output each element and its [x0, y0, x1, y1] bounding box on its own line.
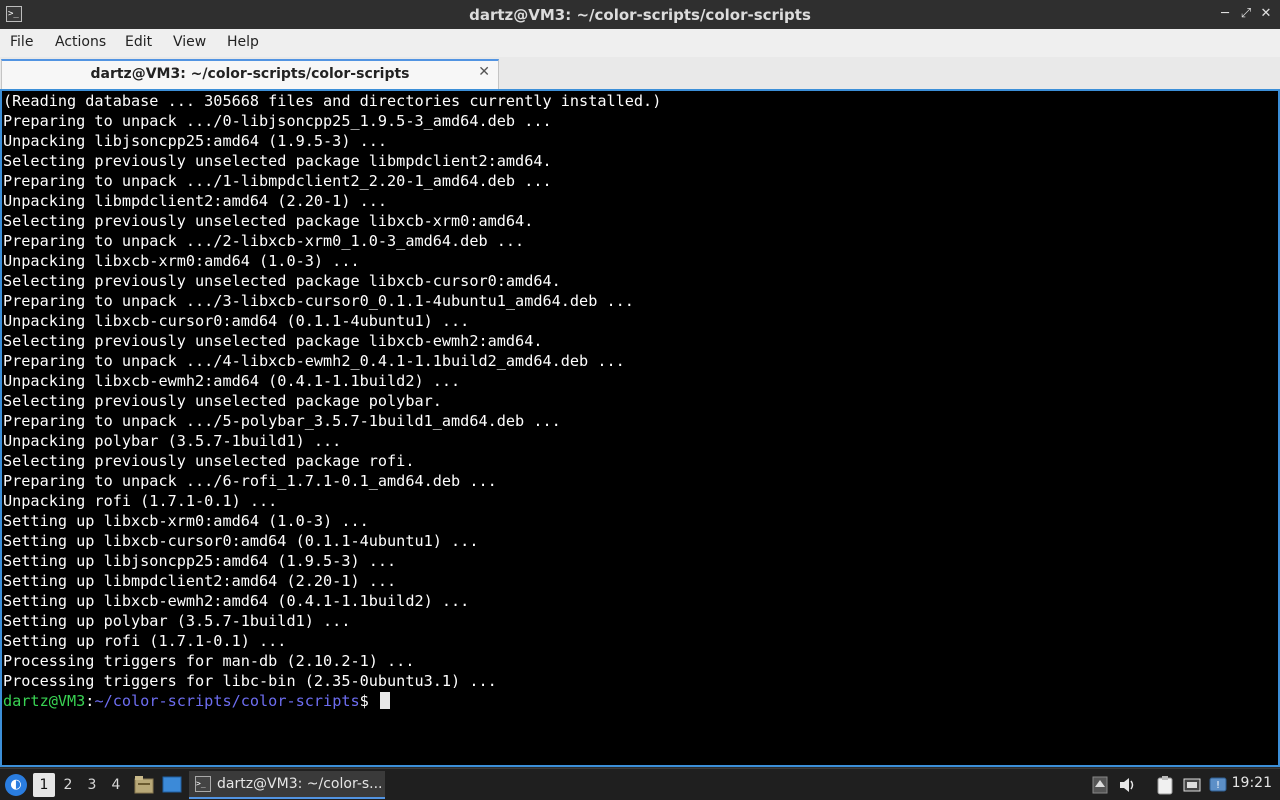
window-title: dartz@VM3: ~/color-scripts/color-scripts [469, 6, 811, 24]
workspace-3[interactable]: 3 [81, 773, 103, 797]
terminal-line: Setting up libxcb-xrm0:amd64 (1.0-3) ... [3, 512, 369, 530]
tab-bar: dartz@VM3: ~/color-scripts/color-scripts… [0, 57, 1280, 89]
text-cursor [379, 692, 390, 709]
workspace-1[interactable]: 1 [33, 773, 55, 797]
terminal-line: Selecting previously unselected package … [3, 392, 442, 410]
update-notifier-icon[interactable]: ! [1208, 775, 1228, 795]
tab-close-icon[interactable]: ✕ [478, 64, 490, 80]
terminal-tab[interactable]: dartz@VM3: ~/color-scripts/color-scripts… [1, 59, 499, 89]
terminal-line: Selecting previously unselected package … [3, 212, 534, 230]
menu-view[interactable]: View [173, 34, 206, 50]
terminal-line: Selecting previously unselected package … [3, 452, 415, 470]
terminal-line: Preparing to unpack .../1-libmpdclient2_… [3, 172, 552, 190]
prompt-user: dartz@VM3 [3, 692, 86, 710]
terminal-line: Unpacking rofi (1.7.1-0.1) ... [3, 492, 278, 510]
terminal-line: Preparing to unpack .../3-libxcb-cursor0… [3, 292, 634, 310]
scroll-up-icon[interactable] [1090, 775, 1110, 795]
terminal-line: Setting up libxcb-cursor0:amd64 (0.1.1-4… [3, 532, 479, 550]
clipboard-icon[interactable] [1155, 775, 1175, 795]
terminal-line: Selecting previously unselected package … [3, 332, 543, 350]
close-button[interactable]: ✕ [1258, 6, 1274, 22]
terminal-line: Unpacking libmpdclient2:amd64 (2.20-1) .… [3, 192, 388, 210]
terminal-line: Setting up rofi (1.7.1-0.1) ... [3, 632, 287, 650]
task-label: dartz@VM3: ~/color-s... [217, 776, 383, 792]
terminal-line: Setting up libjsoncpp25:amd64 (1.9.5-3) … [3, 552, 397, 570]
terminal-line: Unpacking libjsoncpp25:amd64 (1.9.5-3) .… [3, 132, 388, 150]
prompt-path: ~/color-scripts/color-scripts [94, 692, 360, 710]
terminal-line: Unpacking polybar (3.5.7-1build1) ... [3, 432, 342, 450]
terminal-line: Setting up polybar (3.5.7-1build1) ... [3, 612, 351, 630]
terminal-line: Preparing to unpack .../4-libxcb-ewmh2_0… [3, 352, 625, 370]
terminal-line: Setting up libmpdclient2:amd64 (2.20-1) … [3, 572, 397, 590]
tab-label: dartz@VM3: ~/color-scripts/color-scripts [90, 66, 410, 82]
menu-file[interactable]: File [10, 34, 33, 50]
minimize-button[interactable]: ─ [1217, 6, 1233, 22]
terminal-line: Setting up libxcb-ewmh2:amd64 (0.4.1-1.1… [3, 592, 470, 610]
volume-icon[interactable] [1117, 775, 1137, 795]
menu-bar: File Actions Edit View Help [0, 29, 1280, 58]
menu-help[interactable]: Help [227, 34, 259, 50]
terminal-line: Preparing to unpack .../6-rofi_1.7.1-0.1… [3, 472, 497, 490]
svg-text:!: ! [1216, 780, 1220, 791]
restore-button[interactable]: ⤢ [1238, 6, 1254, 22]
prompt-symbol: $ [359, 692, 378, 710]
terminal-line: Unpacking libxcb-xrm0:amd64 (1.0-3) ... [3, 252, 360, 270]
terminal-line: Preparing to unpack .../5-polybar_3.5.7-… [3, 412, 561, 430]
workspace-2[interactable]: 2 [57, 773, 79, 797]
window-titlebar[interactable]: >_ dartz@VM3: ~/color-scripts/color-scri… [0, 0, 1280, 29]
terminal-icon: >_ [195, 776, 211, 792]
menu-actions[interactable]: Actions [55, 34, 106, 50]
terminal-line: Processing triggers for man-db (2.10.2-1… [3, 652, 415, 670]
terminal-line: Selecting previously unselected package … [3, 152, 552, 170]
terminal-line: Unpacking libxcb-ewmh2:amd64 (0.4.1-1.1b… [3, 372, 461, 390]
network-icon[interactable] [1182, 775, 1202, 795]
terminal-line: Preparing to unpack .../0-libjsoncpp25_1… [3, 112, 552, 130]
terminal-line: (Reading database ... 305668 files and d… [3, 92, 662, 110]
terminal-output: (Reading database ... 305668 files and d… [3, 91, 661, 711]
terminal-prompt[interactable]: dartz@VM3:~/color-scripts/color-scripts$ [3, 691, 661, 711]
workspace-4[interactable]: 4 [105, 773, 127, 797]
terminal-line: Unpacking libxcb-cursor0:amd64 (0.1.1-4u… [3, 312, 470, 330]
distro-menu-icon[interactable]: ◐ [5, 774, 27, 796]
terminal-line: Selecting previously unselected package … [3, 272, 561, 290]
terminal-view[interactable]: (Reading database ... 305668 files and d… [0, 89, 1280, 767]
clock: 19:21 [1231, 775, 1272, 791]
terminal-line: Preparing to unpack .../2-libxcb-xrm0_1.… [3, 232, 525, 250]
show-desktop-icon[interactable] [162, 775, 182, 794]
terminal-line: Processing triggers for libc-bin (2.35-0… [3, 672, 497, 690]
taskbar: ◐ 1 2 3 4 >_ dartz@VM3: ~/color-s... ! 1… [0, 768, 1280, 800]
file-manager-icon[interactable] [134, 775, 154, 794]
menu-edit[interactable]: Edit [125, 34, 152, 50]
taskbar-terminal-task[interactable]: >_ dartz@VM3: ~/color-s... [189, 771, 385, 799]
